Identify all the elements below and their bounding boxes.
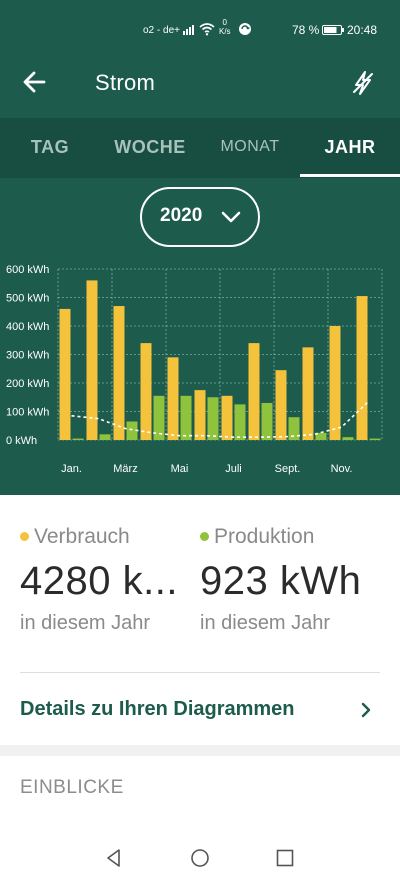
x-tick-label: Jan. — [61, 463, 82, 475]
production-bar — [342, 437, 354, 440]
signal-icon — [183, 25, 194, 35]
production-bar — [261, 402, 273, 440]
insights-title: EINBLICKE — [20, 777, 124, 798]
chart-panel: 2020 600 kWh 500 kWh 400 kWh 300 kWh 200 kWh… — [0, 178, 400, 495]
insights-section: EINBLICKE — [0, 756, 400, 836]
consumption-dot — [20, 532, 29, 541]
consumption-bar — [356, 296, 368, 440]
consumption-value: 4280 k... — [20, 559, 178, 603]
consumption-bar — [248, 343, 260, 440]
consumption-period: in diesem Jahr — [20, 612, 151, 634]
x-tick-label: Sept. — [275, 463, 301, 475]
speed-unit: K/s — [219, 27, 231, 36]
lightning-off-icon[interactable] — [348, 68, 378, 98]
section-separator — [0, 745, 400, 756]
nav-home-icon[interactable] — [190, 848, 210, 868]
y-tick-label: 0 kWh — [6, 435, 37, 447]
tab-monat[interactable]: MONAT — [200, 118, 300, 178]
tab-tag[interactable]: TAG — [0, 118, 100, 178]
tab-woche[interactable]: WOCHE — [100, 118, 200, 178]
sync-icon — [239, 23, 251, 35]
carrier-label: o2 - de+ — [143, 25, 180, 36]
production-value: 923 kWh — [200, 559, 362, 603]
clock: 20:48 — [347, 23, 378, 37]
x-tick-label: März — [113, 463, 137, 475]
production-period: in diesem Jahr — [200, 612, 331, 634]
consumption-bar — [329, 326, 341, 440]
y-tick-label: 500 kWh — [6, 293, 49, 305]
summary-section: Verbrauch 4280 k... in diesem Jahr Produ… — [0, 495, 400, 745]
y-tick-label: 600 kWh — [6, 264, 49, 276]
x-tick-label: Juli — [225, 463, 242, 475]
production-bar — [72, 438, 84, 440]
nav-back-icon[interactable] — [104, 848, 124, 868]
period-tabs: TAG WOCHE MONAT JAHR — [0, 118, 400, 178]
consumption-bar — [167, 357, 179, 440]
arrow-left-icon[interactable] — [20, 68, 50, 96]
production-label: Produktion — [214, 525, 315, 548]
page-title: Strom — [95, 70, 156, 95]
consumption-bar — [302, 347, 314, 440]
x-tick-label: Nov. — [331, 463, 353, 475]
consumption-bar — [59, 308, 71, 440]
battery-icon — [322, 25, 344, 35]
year-value: 2020 — [160, 205, 203, 226]
battery-percent: 78 % — [292, 23, 320, 37]
details-link-label: Details zu Ihren Diagrammen — [20, 698, 295, 720]
production-dot — [200, 532, 209, 541]
production-stat: Produktion 923 kWh in diesem Jahr — [200, 525, 385, 635]
app-bar: Strom — [0, 46, 400, 118]
active-tab-indicator — [300, 174, 400, 177]
year-selector[interactable]: 2020 — [140, 187, 260, 247]
y-tick-label: 400 kWh — [6, 321, 49, 333]
network-speed: 0 K/s — [219, 18, 231, 36]
consumption-header: Verbrauch — [20, 525, 205, 549]
system-nav-bar — [0, 836, 400, 880]
consumption-bar — [194, 390, 206, 440]
tab-jahr[interactable]: JAHR — [300, 118, 400, 178]
divider — [20, 672, 380, 673]
consumption-label: Verbrauch — [34, 525, 130, 548]
y-tick-label: 200 kWh — [6, 378, 49, 390]
wifi-icon — [199, 23, 215, 36]
production-header: Produktion — [200, 525, 385, 549]
y-tick-label: 300 kWh — [6, 350, 49, 362]
production-bar — [99, 434, 111, 440]
production-bar — [369, 438, 381, 440]
production-bar — [207, 397, 219, 440]
consumption-bar — [86, 280, 98, 440]
energy-bar-chart: 600 kWh 500 kWh 400 kWh 300 kWh 200 kWh 100 k… — [6, 264, 383, 475]
nav-recents-icon[interactable] — [276, 849, 294, 867]
details-link[interactable]: Details zu Ihren Diagrammen — [20, 693, 380, 729]
consumption-bar — [275, 370, 287, 440]
production-bar — [180, 395, 192, 440]
consumption-bar — [140, 343, 152, 440]
chevron-down-icon — [221, 211, 241, 223]
consumption-bar — [221, 395, 233, 440]
consumption-stat: Verbrauch 4280 k... in diesem Jahr — [20, 525, 205, 635]
x-tick-label: Mai — [171, 463, 189, 475]
chevron-right-icon — [361, 702, 371, 718]
speed-value: 0 — [222, 18, 227, 27]
consumption-bar — [113, 306, 125, 440]
production-bar — [234, 404, 246, 440]
y-tick-label: 100 kWh — [6, 407, 49, 419]
status-bar: o2 - de+ 0 K/s 78 % 20:48 — [0, 0, 400, 46]
